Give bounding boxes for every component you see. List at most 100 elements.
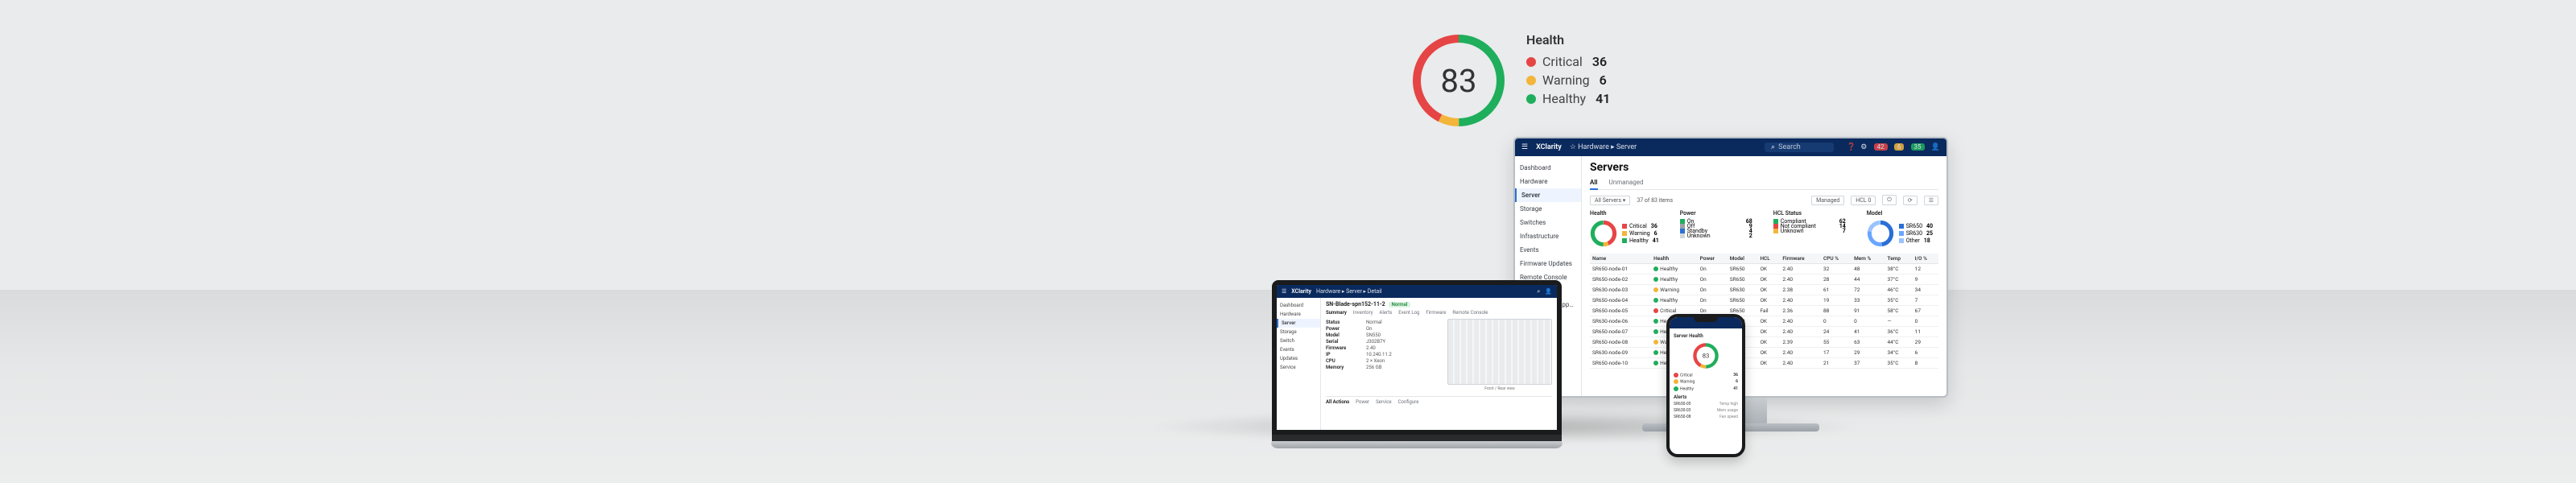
- col-header[interactable]: Model: [1728, 254, 1758, 264]
- table-row[interactable]: SR630-node-03WarningOnSR630OK2.38617246°…: [1590, 285, 1938, 295]
- col-header[interactable]: Mem %: [1852, 254, 1885, 264]
- legend-dot-icon: [1526, 94, 1536, 104]
- col-header[interactable]: Power: [1698, 254, 1728, 264]
- chassis-diagram[interactable]: [1447, 319, 1552, 385]
- sidebar-item[interactable]: Infrastructure: [1515, 229, 1581, 243]
- brand: XClarity: [1291, 288, 1311, 295]
- health-gauge: 83: [1410, 32, 1507, 129]
- item-count: 37 of 83 items: [1637, 197, 1673, 204]
- field-row: PowerOn: [1326, 326, 1443, 332]
- table-row[interactable]: SR650-node-04HealthyOnSR650OK2.40193335°…: [1590, 295, 1938, 306]
- col-header[interactable]: Firmware: [1780, 254, 1821, 264]
- sidebar-item[interactable]: Hardware: [1277, 310, 1320, 319]
- gauge-score: 83: [1410, 32, 1507, 129]
- table-row[interactable]: SR650-node-08WarningOnSR650OK2.39556344°…: [1590, 337, 1938, 348]
- sidebar-item[interactable]: Dashboard: [1515, 161, 1581, 175]
- breadcrumb[interactable]: Hardware ▸ Server ▸ Detail: [1316, 288, 1382, 295]
- table-row[interactable]: SR650-node-02HealthyOnSR650OK2.40284437°…: [1590, 275, 1938, 285]
- legend-count: 41: [1596, 91, 1610, 106]
- filter-dropdown[interactable]: All Servers ▾: [1590, 196, 1630, 205]
- tab[interactable]: All: [1590, 179, 1598, 190]
- hcl-button[interactable]: HCL 0: [1851, 196, 1876, 205]
- tab[interactable]: Remote Console: [1452, 310, 1488, 316]
- topbar-status-icons[interactable]: ❓⚙ 42 6 35 👤: [1842, 143, 1940, 151]
- search-icon[interactable]: ⌕: [1537, 288, 1540, 295]
- sidebar-item[interactable]: Switch: [1277, 336, 1320, 345]
- table-row[interactable]: SR650-node-05CriticalOnSR650Fail2.368891…: [1590, 306, 1938, 316]
- phone-alert-row[interactable]: SR630-03Mem usage: [1674, 408, 1738, 413]
- legend-label: Warning: [1542, 72, 1590, 88]
- phone: Server Health 83 Critical36Warning6Healt…: [1666, 314, 1745, 457]
- sidebar-item[interactable]: Events: [1277, 345, 1320, 354]
- user-icon[interactable]: 👤: [1545, 288, 1552, 295]
- tab[interactable]: Inventory: [1353, 310, 1373, 316]
- tabs: All Unmanaged: [1590, 179, 1938, 190]
- col-header[interactable]: Name: [1590, 254, 1651, 264]
- page-title: Servers: [1590, 161, 1938, 174]
- servers-table[interactable]: NameHealthPowerModelHCLFirmwareCPU %Mem …: [1590, 254, 1938, 369]
- tab[interactable]: Firmware: [1426, 310, 1446, 316]
- action-tab[interactable]: All Actions: [1326, 399, 1349, 405]
- legend-dot-icon: [1526, 76, 1536, 85]
- tab[interactable]: Summary: [1326, 310, 1347, 316]
- search-input[interactable]: ⌕Search: [1765, 142, 1834, 152]
- action-tab[interactable]: Power: [1356, 399, 1369, 405]
- table-row[interactable]: SR630-node-09HealthyOnSR630OK2.40172934°…: [1590, 348, 1938, 358]
- table-row[interactable]: SR650-node-07HealthyOnSR650OK2.40244136°…: [1590, 327, 1938, 337]
- table-row[interactable]: SR630-node-06HealthyOffSR630OK2.4000—0: [1590, 316, 1938, 327]
- hamburger-icon[interactable]: ☰: [1282, 288, 1286, 295]
- summary-cards: HealthCritical36Warning6Healthy41 PowerOn…: [1590, 210, 1938, 247]
- sidebar-item[interactable]: Events: [1515, 243, 1581, 257]
- sidebar-item[interactable]: Switches: [1515, 216, 1581, 229]
- sidebar-item[interactable]: Storage: [1515, 202, 1581, 216]
- managed-toggle[interactable]: Managed: [1811, 196, 1844, 205]
- table-row[interactable]: SR650-node-01HealthyOnSR650OK2.40324838°…: [1590, 264, 1938, 275]
- tab[interactable]: Unmanaged: [1609, 179, 1644, 186]
- sidebar-item[interactable]: Server: [1277, 319, 1320, 328]
- phone-alert-row[interactable]: SR650-08Fan speed: [1674, 415, 1738, 419]
- refresh-button[interactable]: ⟳: [1903, 196, 1918, 205]
- sidebar-item[interactable]: Dashboard: [1277, 301, 1320, 310]
- col-header[interactable]: HCL: [1757, 254, 1780, 264]
- tab[interactable]: Event Log: [1398, 310, 1419, 316]
- col-header[interactable]: CPU %: [1821, 254, 1852, 264]
- legend-title: Health: [1526, 32, 1610, 47]
- sidebar-item[interactable]: Firmware Updates: [1515, 257, 1581, 270]
- col-header[interactable]: I/O %: [1913, 254, 1938, 264]
- laptop: ☰ XClarity Hardware ▸ Server ▸ Detail ⌕ …: [1272, 280, 1562, 452]
- sidebar-item[interactable]: Service: [1277, 363, 1320, 372]
- table-row[interactable]: SR650-node-10HealthyOnSR650OK2.40213735°…: [1590, 358, 1938, 369]
- legend-row: Healthy41: [1526, 91, 1610, 106]
- field-row: StatusNormal: [1326, 320, 1443, 325]
- power-button[interactable]: ⏻: [1882, 195, 1897, 205]
- legend-label: Critical: [1542, 54, 1583, 69]
- action-tab[interactable]: Configure: [1398, 399, 1419, 405]
- brand: XClarity: [1536, 143, 1562, 151]
- phone-stat-row: Healthy41: [1674, 386, 1738, 391]
- phone-stat-row: Warning6: [1674, 379, 1738, 384]
- phone-list-head: Alerts: [1674, 394, 1738, 400]
- sidebar-item[interactable]: Server: [1515, 188, 1581, 202]
- phone-alert-row[interactable]: SR650-05Temp high: [1674, 402, 1738, 407]
- sidebar-item[interactable]: Storage: [1277, 328, 1320, 336]
- field-row: ModelSN550: [1326, 332, 1443, 338]
- layout-button[interactable]: ☰: [1924, 196, 1938, 205]
- sidebar-item[interactable]: Updates: [1277, 354, 1320, 363]
- summary-card[interactable]: PowerOn68Off9Standby4Unknown2: [1680, 210, 1752, 247]
- hamburger-icon[interactable]: ☰: [1521, 143, 1528, 151]
- field-row: Memory256 GB: [1326, 365, 1443, 370]
- legend-count: 36: [1592, 54, 1607, 69]
- legend-dot-icon: [1526, 57, 1536, 67]
- action-tab[interactable]: Service: [1376, 399, 1392, 405]
- phone-stat-row: Critical36: [1674, 373, 1738, 378]
- legend-row: Critical 36: [1526, 54, 1610, 69]
- field-row: CPU2 × Xeon: [1326, 358, 1443, 364]
- col-header[interactable]: Health: [1651, 254, 1697, 264]
- sidebar-item[interactable]: Hardware: [1515, 175, 1581, 188]
- summary-card[interactable]: HCL StatusCompliant62Not compliant14Unkn…: [1773, 210, 1846, 247]
- tab[interactable]: Alerts: [1379, 310, 1392, 316]
- breadcrumb[interactable]: ☆ Hardware ▸ Server: [1570, 143, 1637, 151]
- col-header[interactable]: Temp: [1885, 254, 1913, 264]
- summary-card[interactable]: HealthCritical36Warning6Healthy41: [1590, 210, 1659, 247]
- summary-card[interactable]: ModelSR65040SR63025Other18: [1867, 210, 1933, 247]
